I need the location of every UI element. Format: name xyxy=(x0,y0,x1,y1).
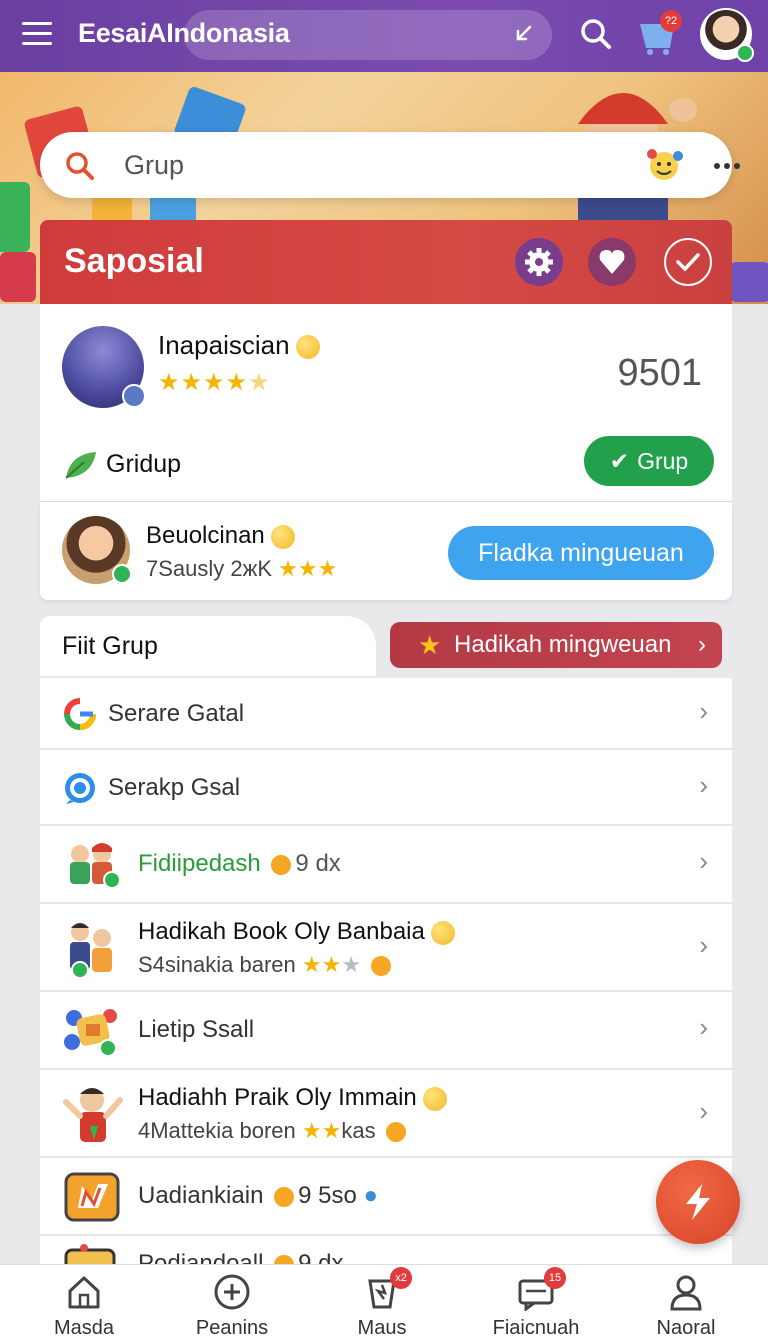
bottom-navigation: Masda Peanins x2 Maus 15 Fiaicnuah Naora… xyxy=(0,1264,768,1344)
more-options-icon[interactable] xyxy=(714,156,744,176)
app-title: EesaiAIndonasia xyxy=(78,18,290,48)
top-app-bar: EesaiAIndonasia ?2 xyxy=(0,0,768,72)
people-icon xyxy=(70,843,121,889)
person-icon xyxy=(670,1275,702,1311)
nav-badge: x2 xyxy=(390,1267,412,1289)
chevron-right-icon: › xyxy=(699,696,708,726)
search-icon xyxy=(66,152,94,180)
chevron-right-icon: › xyxy=(699,1012,708,1042)
coin-icon xyxy=(271,854,292,875)
list-item[interactable]: Fidiipedash 9 dx › xyxy=(40,826,732,904)
group-list: Serare Gatal › Serakp Gsal › Fidiipedash… xyxy=(40,678,732,1268)
person-card: Beuolcinan 7Sausly 2жK ★★★ Fladka mingue… xyxy=(40,502,732,600)
plus-circle-icon xyxy=(214,1274,250,1310)
chevron-right-icon: › xyxy=(698,631,706,658)
search-input[interactable]: Grup xyxy=(124,150,184,181)
mini-badge-icon xyxy=(122,384,146,408)
section-title: Saposial xyxy=(64,242,204,280)
smile-emoji-icon xyxy=(430,920,455,945)
search-bar[interactable]: Grup xyxy=(40,132,740,198)
profile-name: Inapaiscian xyxy=(158,330,320,361)
rating-stars: ★★★★★ xyxy=(158,368,271,397)
cheer-icon xyxy=(63,1088,123,1142)
star-icon: ★ xyxy=(203,369,226,396)
gear-icon xyxy=(525,248,553,276)
group-profile-card: Inapaiscian ★★★★★ 9501 Gridup ✔ Grup xyxy=(40,304,732,502)
cart-badge: ?2 xyxy=(660,10,682,32)
coin-icon xyxy=(385,1122,406,1143)
list-item[interactable]: Lietip Ssall › xyxy=(40,992,732,1070)
menu-icon[interactable] xyxy=(22,22,52,46)
tab-fit-grup[interactable]: Fiit Grup xyxy=(40,616,376,676)
lightning-card-icon xyxy=(64,1172,120,1222)
chevron-right-icon: › xyxy=(699,1096,708,1126)
grid-app-icon xyxy=(64,1009,117,1057)
group-label: Gridup xyxy=(106,450,182,478)
lightning-icon xyxy=(686,1184,710,1220)
user-avatar[interactable] xyxy=(700,8,754,62)
nav-messages[interactable]: 15 Fiaicnuah xyxy=(466,1267,606,1343)
weekly-reward-button[interactable]: Fladka mingueuan xyxy=(448,526,714,580)
chevron-right-icon: › xyxy=(699,930,708,960)
home-icon xyxy=(68,1276,100,1309)
group-avatar[interactable] xyxy=(62,326,146,408)
join-group-button[interactable]: ✔ Grup xyxy=(584,436,714,486)
star-icon: ★ xyxy=(225,369,249,396)
star-icon: ★ xyxy=(158,369,181,396)
search-icon[interactable] xyxy=(578,16,614,52)
star-icon: ★ xyxy=(248,369,271,396)
list-item[interactable]: Hadikah Book Oly Banbaia S4sinakia baren… xyxy=(40,904,732,992)
list-item-title: Hadikah Book Oly Banbaia xyxy=(138,918,455,946)
list-item[interactable]: Hadiahh Praik Oly Immain 4Mattekia boren… xyxy=(40,1070,732,1158)
star-icon: ★ xyxy=(180,369,204,396)
nav-add[interactable]: Peanins xyxy=(162,1273,302,1343)
online-indicator xyxy=(112,564,132,584)
check-button[interactable] xyxy=(664,238,712,286)
profile-count: 9501 xyxy=(617,352,702,394)
stars-icon: ★★ xyxy=(301,952,342,977)
chevron-right-icon: › xyxy=(699,846,708,876)
checkmark-icon: ✔ xyxy=(609,448,630,474)
person-avatar[interactable] xyxy=(62,516,132,584)
smile-emoji-icon xyxy=(295,335,320,360)
stars-icon: ★★ xyxy=(301,1118,342,1143)
settings-button[interactable] xyxy=(515,238,563,286)
cart-button[interactable]: ?2 xyxy=(636,10,682,56)
star-icon: ★ xyxy=(418,630,442,660)
couple-icon xyxy=(70,923,112,978)
nav-badge: 15 xyxy=(544,1267,566,1289)
heart-pin-icon xyxy=(599,250,625,274)
smile-emoji-icon xyxy=(422,1086,447,1111)
section-header: Saposial xyxy=(40,220,732,304)
nav-profile[interactable]: Naoral xyxy=(616,1273,756,1343)
nav-home[interactable]: Masda xyxy=(14,1273,154,1343)
list-item-title: Hadiahh Praik Oly Immain xyxy=(138,1084,447,1112)
online-indicator xyxy=(736,44,754,62)
stars-icon: ★★★ xyxy=(278,556,338,581)
nav-maus[interactable]: x2 Maus xyxy=(312,1267,452,1343)
tab-weekly-reward[interactable]: ★ Hadikah mingweuan › xyxy=(390,622,722,668)
smiley-sticker-icon[interactable] xyxy=(644,146,684,184)
coin-icon xyxy=(274,1186,295,1207)
list-item-title: Uadiankiain 9 5so ● xyxy=(138,1182,378,1209)
list-item[interactable]: Serakp Gsal › xyxy=(40,750,732,826)
droplet-icon: ● xyxy=(363,1182,378,1209)
smile-emoji-icon xyxy=(270,524,295,549)
google-g-icon xyxy=(64,698,96,730)
coin-icon xyxy=(371,956,392,977)
person-name: Beuolcinan xyxy=(146,522,295,550)
quick-action-button[interactable] xyxy=(656,1160,740,1244)
target-chat-icon xyxy=(65,773,95,804)
list-item-subtitle: S4sinakia baren ★★★ xyxy=(138,952,395,978)
check-circle-icon xyxy=(676,253,700,272)
list-item-subtitle: 4Mattekia boren ★★kas xyxy=(138,1118,410,1144)
list-item-title: Fidiipedash 9 dx xyxy=(138,850,341,877)
list-item[interactable]: Serare Gatal › xyxy=(40,678,732,750)
chevron-right-icon: › xyxy=(699,770,708,800)
heart-pin-button[interactable] xyxy=(588,238,636,286)
list-item[interactable]: Uadiankiain 9 5so ● xyxy=(40,1158,732,1236)
person-subtitle: 7Sausly 2жK ★★★ xyxy=(146,556,338,581)
collapse-arrow-icon[interactable] xyxy=(510,22,536,48)
leaf-icon xyxy=(65,452,96,479)
